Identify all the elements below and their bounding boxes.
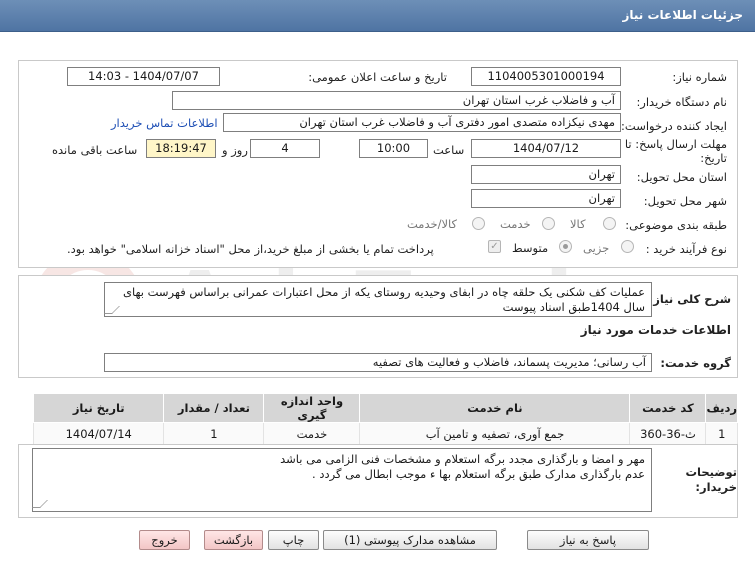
services-table-header: ردیف کد خدمت نام خدمت واحد اندازه گیری ت… (32, 393, 738, 423)
col-quantity: تعداد / مقدار (163, 393, 265, 423)
cell-service-code: ث-36-360 (629, 422, 707, 445)
summary-textarea: عملیات کف شکنی یک حلقه چاه در ابفای وحید… (104, 282, 652, 317)
payment-note: پرداخت تمام یا بخشی از مبلغ خرید،از محل … (67, 242, 434, 256)
announce-datetime-field: 1404/07/07 - 14:03 (67, 67, 220, 86)
cell-service-name: جمع آوری، تصفیه و تامین آب (359, 422, 631, 445)
city-field: تهران (471, 189, 621, 208)
deadline-time-field: 10:00 (359, 139, 428, 158)
cell-row: 1 (705, 422, 738, 445)
remaining-time-field: 18:19:47 (146, 139, 216, 158)
page-title: جزئیات اطلاعات نیاز (622, 8, 743, 22)
buyer-notes-label: توضیحات خریدار: (667, 465, 738, 495)
process-type-label: نوع فرآیند خرید : (645, 242, 727, 256)
buyer-notes-line-2: عدم بارگذاری مدارک طبق برگه استعلام بها … (312, 467, 645, 481)
col-unit: واحد اندازه گیری (263, 393, 361, 423)
category-radio-goods-service[interactable] (472, 217, 485, 230)
days-field: 4 (250, 139, 320, 158)
category-radio-service[interactable] (542, 217, 555, 230)
summary-label: شرح کلی نیاز: (648, 292, 731, 306)
services-table-wrap: ردیف کد خدمت نام خدمت واحد اندازه گیری ت… (32, 393, 738, 445)
service-group-label: گروه خدمت: (660, 356, 731, 370)
deadline-label-text: مهلت ارسال پاسخ: تا تاریخ: (624, 137, 727, 165)
need-number-label: شماره نیاز: (672, 70, 727, 84)
table-row: 1 ث-36-360 جمع آوری، تصفیه و تامین آب خد… (32, 422, 738, 445)
summary-text: عملیات کف شکنی یک حلقه چاه در ابفای وحید… (122, 285, 645, 314)
title-bar: جزئیات اطلاعات نیاز (0, 0, 755, 32)
buyer-org-field: آب و فاضلاب غرب استان تهران (172, 91, 621, 110)
cell-need-date: 1404/07/14 (32, 422, 165, 445)
buyer-org-label: نام دستگاه خریدار: (636, 95, 727, 109)
category-radio-goods[interactable] (603, 217, 616, 230)
process-radio-medium[interactable] (559, 240, 572, 253)
deadline-date-field: 1404/07/12 (471, 139, 621, 158)
announce-datetime-label: تاریخ و ساعت اعلان عمومی: (308, 70, 447, 84)
exit-button[interactable]: خروج (139, 530, 190, 550)
cell-quantity: 1 (163, 422, 265, 445)
deadline-time-label: ساعت (433, 143, 465, 157)
province-label: استان محل تحویل: (636, 170, 727, 184)
process-radio-minor[interactable] (621, 240, 634, 253)
col-row: ردیف (705, 393, 738, 423)
category-label: طبقه بندی موضوعی: (625, 218, 727, 232)
reply-button[interactable]: پاسخ به نیاز (527, 530, 649, 550)
payment-checkbox[interactable]: ✓ (488, 240, 501, 253)
remaining-time-label: ساعت باقی مانده (52, 143, 138, 157)
back-button[interactable]: بازگشت (204, 530, 263, 550)
col-service-code: کد خدمت (629, 393, 707, 423)
category-option-goods: کالا (570, 217, 586, 231)
process-option-minor: جزیی (583, 241, 610, 255)
city-label: شهر محل تحویل: (643, 194, 727, 208)
deadline-label: مهلت ارسال پاسخ: تا تاریخ: (622, 137, 727, 165)
buyer-notes-label-text: توضیحات خریدار: (685, 465, 738, 494)
need-number-field: 1104005301000194 (471, 67, 621, 86)
days-label: روز و (222, 143, 248, 157)
attachments-button[interactable]: مشاهده مدارک پیوستی (1) (323, 530, 497, 550)
col-need-date: تاریخ نیاز (32, 393, 165, 423)
buyer-notes-textarea: مهر و امضا و بارگذاری مجدد برگه استعلام … (32, 448, 652, 512)
buyer-notes-line-1: مهر و امضا و بارگذاری مجدد برگه استعلام … (280, 452, 645, 466)
creator-field: مهدی نیکزاده متصدی امور دفتری آب و فاضلا… (223, 113, 621, 132)
buyer-contact-link[interactable]: اطلاعات تماس خریدار (111, 116, 218, 130)
category-option-service: خدمت (500, 217, 531, 231)
services-section-title: اطلاعات خدمات مورد نیاز (580, 323, 731, 337)
print-button[interactable]: چاپ (268, 530, 319, 550)
province-field: تهران (471, 165, 621, 184)
col-service-name: نام خدمت (359, 393, 631, 423)
services-table: ردیف کد خدمت نام خدمت واحد اندازه گیری ت… (32, 393, 738, 445)
cell-unit: خدمت (263, 422, 361, 445)
process-option-medium: متوسط (512, 241, 549, 255)
category-option-goods-service: کالا/خدمت (407, 217, 458, 231)
creator-label: ایجاد کننده درخواست: (621, 119, 727, 133)
service-group-field: آب رسانی؛ مدیریت پسماند، فاضلاب و فعالیت… (104, 353, 652, 372)
